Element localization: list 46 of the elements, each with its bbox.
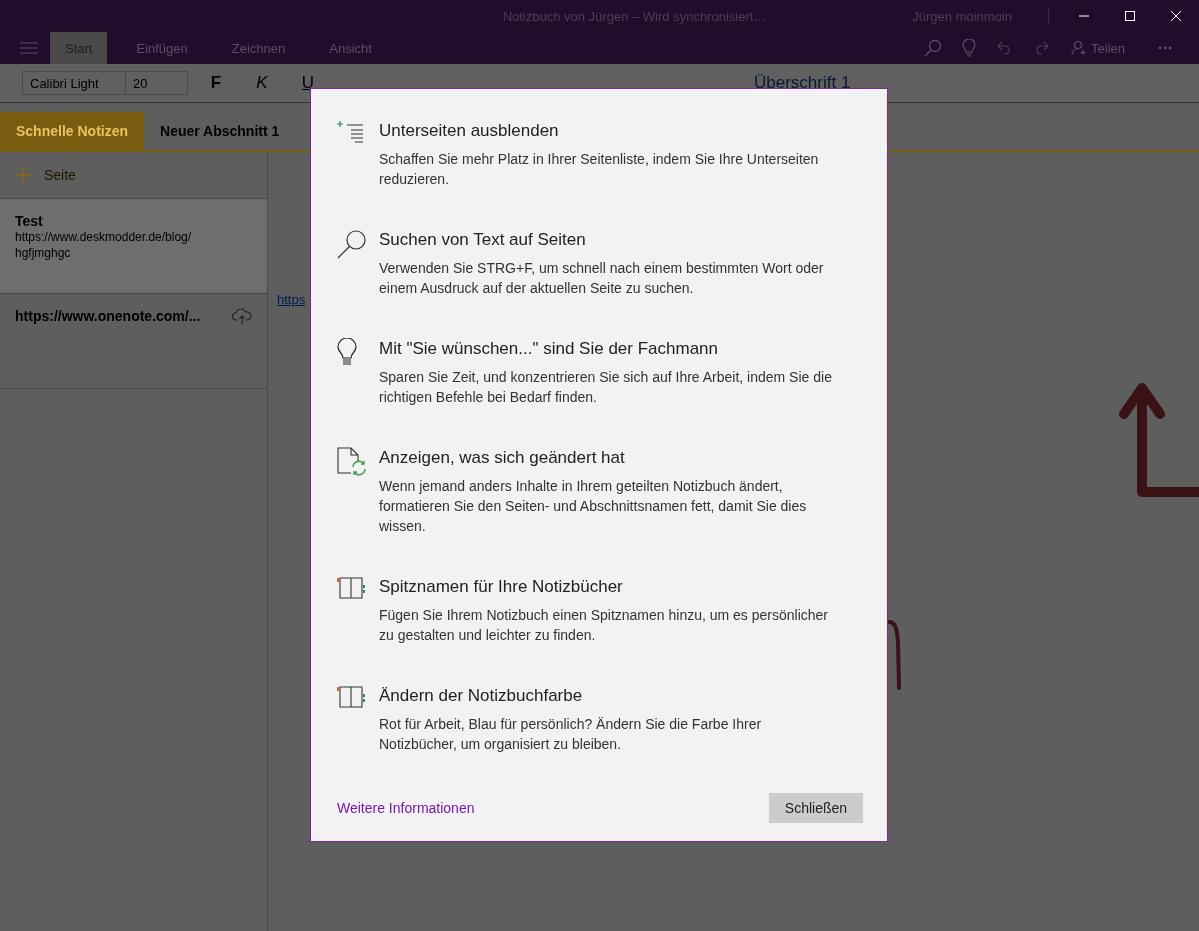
feature-title: Mit "Sie wünschen..." sind Sie der Fachmann [379, 338, 719, 360]
feature-title: Ändern der Notizbuchfarbe [379, 685, 584, 707]
page-item[interactable]: Test https://www.deskmodder.de/blog/ hgfjmghgc [0, 199, 267, 294]
page-link[interactable]: https [277, 292, 306, 307]
redo-icon [1033, 41, 1050, 55]
bold-button[interactable]: F [196, 68, 236, 98]
feature-description: Schaffen Sie mehr Platz in Ihrer Seitenliste, indem Sie Ihre Unterseiten reduzieren. [379, 150, 819, 189]
page-title: https://www.onenote.com/... [15, 308, 201, 324]
open-book-icon [337, 576, 365, 600]
close-dialog-button[interactable]: Schließen [769, 793, 863, 823]
ribbon-tab[interactable]: Zeichnen [216, 32, 301, 64]
menu-icon [20, 42, 38, 54]
feature-description: Rot für Arbeit, Blau für persönlich? Ändern Sie die Farbe Ihrer Notizbücher, um organisiert zu bleiben. [379, 715, 762, 754]
page-refresh-icon [337, 447, 367, 477]
font-size-field[interactable]: 20 [126, 71, 188, 95]
plus-icon [15, 167, 31, 183]
italic-button[interactable]: K [242, 68, 282, 98]
feature-description: Sparen Sie Zeit, und konzentrieren Sie sich auf Ihre Arbeit, indem Sie die richtigen Befehle bei Bedarf finden. [379, 368, 832, 407]
ink-stroke-drawing [888, 620, 902, 690]
maximize-icon [1124, 10, 1136, 22]
search-icon [337, 229, 367, 259]
more-info-link[interactable]: Weitere Informationen [337, 800, 475, 816]
lightbulb-icon [337, 338, 357, 366]
feature-title: Anzeigen, was sich geändert hat [379, 447, 626, 469]
section-tab[interactable]: Schnelle Notizen [0, 112, 145, 150]
close-icon [1170, 10, 1182, 22]
more-icon [1158, 46, 1172, 50]
feature-description: Wenn jemand anders Inhalte in Ihrem geteilten Notizbuch ändert, formatieren Sie den Seiten- und Abschnittsnamen fett, damit Sie dies wissen. [379, 477, 807, 536]
feature-description: Fügen Sie Ihrem Notizbuch einen Spitznamen hinzu, um es persönlicher zu gestalten und leichter zu finden. [379, 606, 829, 645]
indented-list-icon [337, 120, 365, 144]
feature-title: Spitznamen für Ihre Notizbücher [379, 576, 624, 598]
feature-title: Unterseiten ausblenden [379, 120, 560, 142]
feature-title: Suchen von Text auf Seiten [379, 229, 587, 251]
page-preview: https://www.deskmodder.de/blog/ hgfjmghgc [15, 229, 193, 261]
ribbon-tab[interactable]: Einfügen [121, 32, 203, 64]
underline-button[interactable]: U [288, 68, 328, 98]
ribbon-tab[interactable]: Ansicht [314, 32, 387, 64]
font-name-field[interactable]: Calibri Light [22, 71, 126, 95]
page-title: Test [15, 213, 43, 229]
lightbulb-icon [962, 39, 977, 57]
open-book-icon [337, 685, 365, 709]
section-tab[interactable]: Neuer Abschnitt 1 [144, 112, 296, 150]
feature-description: Verwenden Sie STRG+F, um schnell nach einem bestimmten Wort oder einem Ausdruck auf der aktuellen Seite zu suchen. [379, 259, 824, 298]
search-icon [924, 39, 943, 57]
person-add-icon [1071, 40, 1088, 56]
share-button[interactable]: Teilen [1071, 32, 1125, 64]
